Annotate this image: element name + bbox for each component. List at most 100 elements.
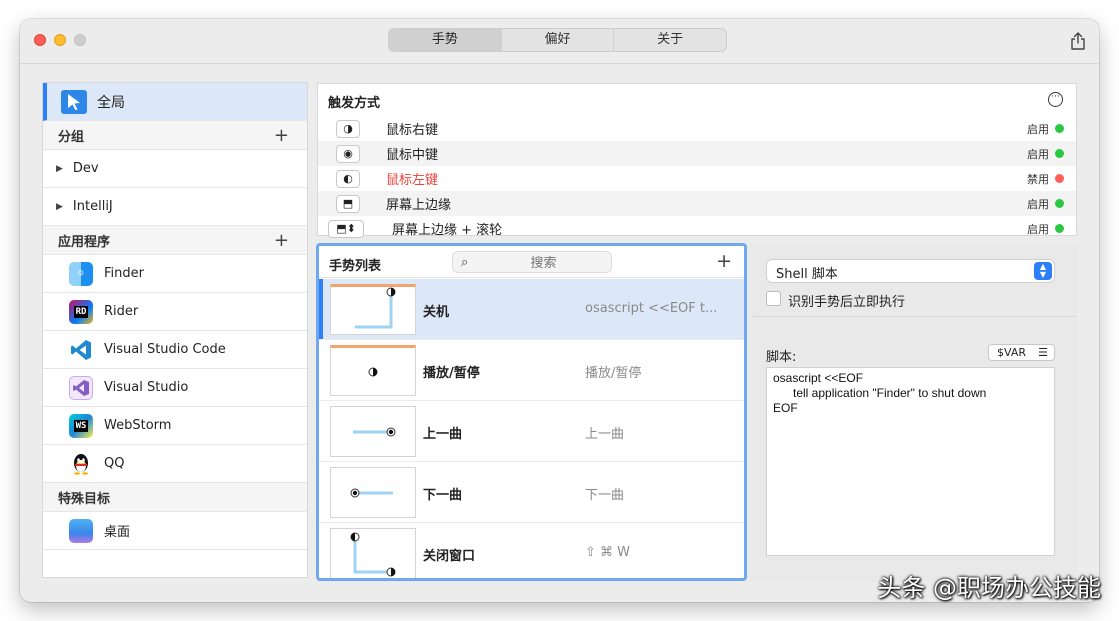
- add-gesture-button[interactable]: +: [716, 250, 732, 272]
- app-label: Rider: [104, 304, 139, 319]
- status-dot-icon: [1055, 124, 1064, 133]
- status-dot-icon: [1055, 149, 1064, 158]
- gesture-name: 下一曲: [423, 488, 463, 503]
- search-input[interactable]: [481, 253, 606, 271]
- script-label: 脚本:: [766, 350, 797, 365]
- add-group-button[interactable]: +: [274, 125, 289, 146]
- trigger-panel: 触发方式 ··· ◑ 鼠标右键 启用 ◉ 鼠标中键 启用 ◐ 鼠标左键 禁用 ⬒…: [317, 83, 1077, 238]
- trigger-row-top-edge[interactable]: ⬒ 屏幕上边缘 启用: [318, 191, 1076, 216]
- tab-gestures[interactable]: 手势: [389, 29, 502, 51]
- app-label: QQ: [104, 456, 125, 471]
- gesture-thumbnail: [330, 528, 416, 578]
- mouse-left-icon: ◐: [336, 169, 360, 188]
- group-label: IntelliJ: [72, 199, 113, 214]
- action-type-value: Shell 脚本: [776, 267, 838, 282]
- finder-icon: ☺: [69, 261, 93, 286]
- tab-about[interactable]: 关于: [614, 29, 726, 51]
- variables-button[interactable]: $VAR ☰: [988, 344, 1055, 361]
- search-icon: ⌕: [461, 255, 469, 270]
- mouse-right-icon: ◑: [336, 119, 360, 138]
- title-bar: 手势 偏好 关于: [20, 19, 1099, 64]
- script-editor[interactable]: osascript <<EOF tell application "Finder…: [766, 367, 1055, 556]
- qq-penguin-icon: [69, 452, 93, 476]
- gesture-thumbnail: [330, 467, 416, 518]
- trigger-state: 启用: [1027, 147, 1049, 161]
- gesture-row-next-track[interactable]: 下一曲 下一曲: [319, 462, 744, 523]
- gesture-row-play-pause[interactable]: 播放/暂停 播放/暂停: [319, 340, 744, 401]
- sidebar-app-qq[interactable]: QQ: [43, 445, 307, 483]
- desktop-icon: [69, 518, 93, 543]
- gesture-command: 上一曲: [585, 427, 625, 442]
- trigger-row-top-edge-scroll[interactable]: ⬒⬍ 屏幕上边缘 + 滚轮 启用: [318, 216, 1076, 241]
- minimize-window-button[interactable]: [54, 34, 66, 46]
- gesture-list-panel: 手势列表 ⌕ + 关机 osascript <<EOF t... 播放/暂停 播…: [316, 243, 747, 581]
- sidebar-group-dev[interactable]: ▶ Dev: [43, 150, 307, 188]
- trigger-row-right-click[interactable]: ◑ 鼠标右键 启用: [318, 116, 1076, 141]
- tab-bar: 手势 偏好 关于: [388, 28, 727, 52]
- section-title: 特殊目标: [58, 491, 111, 507]
- sidebar-item-global[interactable]: 全局: [43, 83, 307, 121]
- sidebar-app-visual-studio[interactable]: Visual Studio: [43, 369, 307, 407]
- app-label: Visual Studio: [104, 380, 189, 395]
- trigger-label: 鼠标左键: [386, 173, 439, 188]
- section-title: 应用程序: [58, 234, 111, 250]
- special-section-header: 特殊目标: [43, 483, 307, 512]
- search-field: ⌕: [452, 251, 612, 273]
- updown-chevron-icon: ▲ ▼: [1034, 262, 1052, 280]
- gesture-row-shutdown[interactable]: 关机 osascript <<EOF t...: [319, 279, 744, 340]
- sidebar-app-finder[interactable]: ☺ Finder: [43, 255, 307, 293]
- trigger-row-left-click[interactable]: ◐ 鼠标左键 禁用: [318, 166, 1076, 191]
- gesture-command: 下一曲: [585, 488, 625, 503]
- group-label: Dev: [72, 161, 99, 176]
- app-window: 手势 偏好 关于 全局 分组 + ▶ Dev ▶ IntelliJ 应用程序 +…: [20, 19, 1099, 602]
- gesture-command: 播放/暂停: [585, 366, 642, 381]
- status-dot-icon: [1055, 174, 1064, 183]
- trigger-label: 鼠标中键: [386, 148, 439, 163]
- vscode-icon: [69, 338, 93, 362]
- more-options-icon[interactable]: ···: [1048, 92, 1063, 107]
- disclosure-triangle-icon[interactable]: ▶: [56, 164, 63, 174]
- action-type-select[interactable]: Shell 脚本 ▲ ▼: [766, 259, 1055, 283]
- list-icon: ☰: [1038, 346, 1048, 359]
- trigger-state: 禁用: [1027, 172, 1049, 186]
- watermark: 头条 @职场办公技能: [877, 574, 1101, 602]
- trigger-state: 启用: [1027, 222, 1049, 236]
- close-window-button[interactable]: [34, 34, 46, 46]
- webstorm-icon: WS: [69, 413, 93, 438]
- trigger-label: 屏幕上边缘: [386, 198, 452, 213]
- special-label: 桌面: [104, 525, 131, 540]
- trigger-row-middle-click[interactable]: ◉ 鼠标中键 启用: [318, 141, 1076, 166]
- gesture-row-previous-track[interactable]: 上一曲 上一曲: [319, 401, 744, 462]
- sidebar-item-desktop[interactable]: 桌面: [43, 512, 307, 550]
- add-app-button[interactable]: +: [274, 230, 289, 251]
- sidebar-app-vscode[interactable]: Visual Studio Code: [43, 331, 307, 369]
- trigger-label: 屏幕上边缘 + 滚轮: [392, 223, 503, 238]
- app-label: Visual Studio Code: [104, 342, 226, 357]
- gesture-thumbnail: [330, 406, 416, 457]
- gesture-row-close-window[interactable]: 关闭窗口 ⇧ ⌘ W: [319, 523, 744, 578]
- trigger-label: 鼠标右键: [386, 123, 439, 138]
- groups-section-header: 分组 +: [43, 121, 307, 150]
- execute-immediately-checkbox[interactable]: [766, 291, 781, 306]
- apps-section-header: 应用程序 +: [43, 226, 307, 255]
- share-icon[interactable]: [1069, 31, 1087, 51]
- mouse-middle-icon: ◉: [336, 144, 360, 163]
- zoom-window-button[interactable]: [74, 34, 86, 46]
- gesture-name: 关闭窗口: [423, 549, 476, 564]
- sidebar-app-webstorm[interactable]: WS WebStorm: [43, 407, 307, 445]
- gesture-list-header: 手势列表 ⌕ +: [319, 246, 744, 278]
- sidebar-group-intellij[interactable]: ▶ IntelliJ: [43, 188, 307, 226]
- gesture-name: 上一曲: [423, 427, 463, 442]
- sidebar: 全局 分组 + ▶ Dev ▶ IntelliJ 应用程序 + ☺ Finder…: [42, 82, 308, 578]
- sidebar-app-rider[interactable]: RD Rider: [43, 293, 307, 331]
- trigger-state: 启用: [1027, 197, 1049, 211]
- section-title: 分组: [58, 129, 85, 145]
- gesture-thumbnail: [330, 284, 416, 335]
- visual-studio-icon: [69, 375, 93, 400]
- gesture-name: 关机: [423, 305, 450, 320]
- disclosure-triangle-icon[interactable]: ▶: [56, 202, 63, 212]
- screen-top-edge-icon: ⬒: [336, 194, 360, 213]
- rider-icon: RD: [69, 299, 93, 324]
- trigger-panel-title: 触发方式: [328, 96, 381, 111]
- tab-preferences[interactable]: 偏好: [502, 29, 615, 51]
